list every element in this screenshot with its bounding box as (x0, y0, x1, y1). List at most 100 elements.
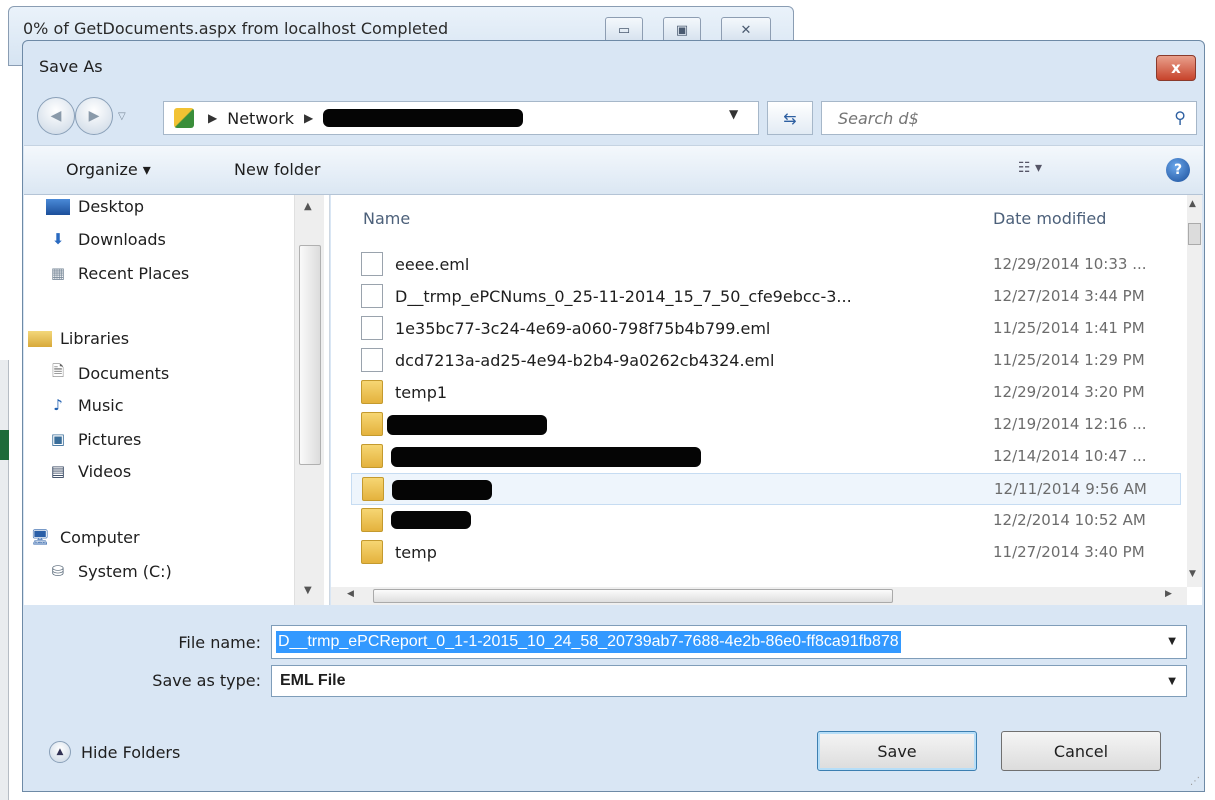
cancel-button[interactable]: Cancel (1001, 731, 1161, 771)
forward-button[interactable]: ▶ (75, 97, 113, 135)
file-name: temp (395, 543, 437, 562)
scroll-up-icon[interactable]: ▲ (1189, 199, 1196, 209)
nav-item-downloads[interactable]: ⬇ Downloads (46, 229, 166, 249)
folder-icon (361, 540, 383, 564)
folder-row[interactable]: temp1 12/29/2014 3:20 PM (351, 377, 1181, 409)
music-icon: ♪ (53, 396, 63, 414)
folder-icon (361, 508, 383, 532)
file-name: 1e35bc77-3c24-4e69-a060-798f75b4b799.eml (395, 319, 771, 338)
file-list: Name Date modified eeee.eml 12/29/2014 1… (331, 195, 1202, 605)
scroll-right-icon[interactable]: ▶ (1165, 589, 1172, 599)
folder-row-selected[interactable]: 12/11/2014 9:56 AM (351, 473, 1181, 505)
redacted-name (391, 511, 471, 529)
organize-button[interactable]: Organize ▾ (66, 160, 151, 179)
breadcrumb-network[interactable]: Network (227, 109, 294, 128)
background-window-accent (0, 430, 9, 460)
nav-item-computer[interactable]: 🖥 Computer (28, 527, 140, 547)
back-button[interactable]: ◀ (37, 97, 75, 135)
nav-item-label: System (C:) (78, 561, 172, 581)
nav-item-music[interactable]: ♪ Music (46, 395, 123, 415)
file-date: 11/27/2014 3:40 PM (993, 543, 1145, 561)
scroll-down-icon[interactable]: ▼ (1189, 569, 1196, 579)
search-input[interactable] (836, 108, 1136, 129)
address-dropdown-icon[interactable]: ▼ (729, 107, 738, 121)
file-date: 12/19/2014 12:16 ... (993, 415, 1147, 433)
horizontal-scroll-thumb[interactable] (373, 589, 893, 603)
refresh-button[interactable]: ⇆ (767, 101, 813, 135)
resize-grip-icon[interactable]: ⋰ (1190, 776, 1200, 787)
nav-item-label: Videos (78, 461, 132, 481)
chevron-down-icon[interactable]: ▼ (1168, 676, 1176, 687)
recent-places-icon: ▦ (50, 264, 66, 282)
nav-item-pictures[interactable]: ▣ Pictures (46, 429, 141, 449)
save-as-type-value: EML File (280, 672, 346, 689)
network-icon (174, 108, 194, 128)
nav-item-documents[interactable]: 🗎 Documents (46, 362, 170, 383)
document-icon (361, 316, 383, 340)
nav-item-libraries[interactable]: Libraries (28, 329, 129, 348)
nav-item-label: Computer (60, 527, 140, 547)
dialog-title: Save As (39, 57, 103, 76)
nav-item-label: Libraries (60, 329, 130, 348)
vertical-scroll-thumb[interactable] (1188, 223, 1201, 245)
nav-scroll-thumb[interactable] (299, 245, 321, 465)
downloads-icon: ⬇ (51, 230, 65, 248)
pictures-icon: ▣ (50, 430, 66, 448)
background-window-edge (0, 360, 9, 800)
recent-locations-dropdown[interactable]: ▽ (118, 111, 126, 122)
column-header-name[interactable]: Name (363, 209, 410, 228)
nav-item-label: Desktop (78, 197, 144, 216)
nav-item-desktop[interactable]: Desktop (46, 197, 144, 216)
file-name: eeee.eml (395, 255, 470, 274)
save-as-dialog: Save As x ◀ ▶ ▽ ▶ Network ▶ ▼ ⇆ ⚲ Organi… (22, 40, 1205, 792)
nav-pane-scrollbar[interactable]: ▲ ▼ (294, 195, 324, 605)
search-icon[interactable]: ⚲ (1174, 108, 1186, 127)
file-date: 12/29/2014 3:20 PM (993, 383, 1145, 401)
file-name: temp1 (395, 383, 448, 402)
scroll-left-icon[interactable]: ◀ (347, 589, 354, 599)
command-toolbar: Organize ▾ New folder ☷ ▾ ? (24, 145, 1203, 195)
close-icon: ✕ (740, 22, 752, 38)
folder-row[interactable]: temp 11/27/2014 3:40 PM (351, 537, 1181, 569)
file-name-input[interactable]: D__trmp_ePCReport_0_1-1-2015_10_24_58_20… (271, 625, 1187, 659)
views-button[interactable]: ☷ ▾ (1018, 160, 1042, 176)
save-button[interactable]: Save (817, 731, 977, 771)
file-list-horizontal-scrollbar[interactable]: ◀ ▶ (331, 587, 1187, 605)
address-bar[interactable]: ▶ Network ▶ (163, 101, 759, 135)
redacted-path (323, 109, 524, 127)
file-name-label: File name: (178, 633, 261, 652)
redacted-name (391, 447, 701, 467)
help-icon[interactable]: ? (1166, 158, 1190, 182)
hide-folders-button[interactable]: ▲ Hide Folders (49, 741, 180, 763)
nav-item-system-c[interactable]: ⛁ System (C:) (46, 561, 172, 581)
chevron-up-icon: ▲ (49, 741, 71, 763)
search-box[interactable]: ⚲ (821, 101, 1197, 135)
file-row[interactable]: eeee.eml 12/29/2014 10:33 ... (351, 249, 1181, 281)
file-date: 12/14/2014 10:47 ... (993, 447, 1147, 465)
folder-icon (361, 380, 383, 404)
nav-item-label: Documents (78, 363, 170, 383)
file-date: 12/29/2014 10:33 ... (993, 255, 1147, 273)
nav-item-label: Pictures (78, 429, 142, 449)
file-list-vertical-scrollbar[interactable]: ▲ ▼ (1187, 195, 1202, 587)
nav-item-recent-places[interactable]: ▦ Recent Places (46, 263, 189, 283)
scroll-up-icon[interactable]: ▲ (304, 201, 312, 212)
drive-icon: ⛁ (51, 562, 65, 580)
redacted-name (392, 480, 492, 500)
folder-row[interactable]: 12/19/2014 12:16 ... (351, 409, 1181, 441)
file-row[interactable]: 1e35bc77-3c24-4e69-a060-798f75b4b799.eml… (351, 313, 1181, 345)
file-row[interactable]: dcd7213a-ad25-4e94-b2b4-9a0262cb4324.eml… (351, 345, 1181, 377)
column-header-date-modified[interactable]: Date modified (993, 209, 1106, 228)
folder-row[interactable]: 12/14/2014 10:47 ... (351, 441, 1181, 473)
dialog-close-button[interactable]: x (1156, 55, 1196, 81)
folder-row[interactable]: 12/2/2014 10:52 AM (351, 505, 1181, 537)
back-arrow-icon: ◀ (50, 108, 62, 124)
forward-arrow-icon: ▶ (88, 108, 100, 124)
file-row[interactable]: D__trmp_ePCNums_0_25-11-2014_15_7_50_cfe… (351, 281, 1181, 313)
close-icon: x (1171, 59, 1181, 77)
save-as-type-select[interactable]: EML File ▼ (271, 665, 1187, 697)
new-folder-button[interactable]: New folder (234, 160, 320, 179)
nav-item-videos[interactable]: ▤ Videos (46, 461, 131, 481)
scroll-down-icon[interactable]: ▼ (304, 585, 312, 596)
chevron-down-icon[interactable]: ▼ (1168, 636, 1176, 647)
